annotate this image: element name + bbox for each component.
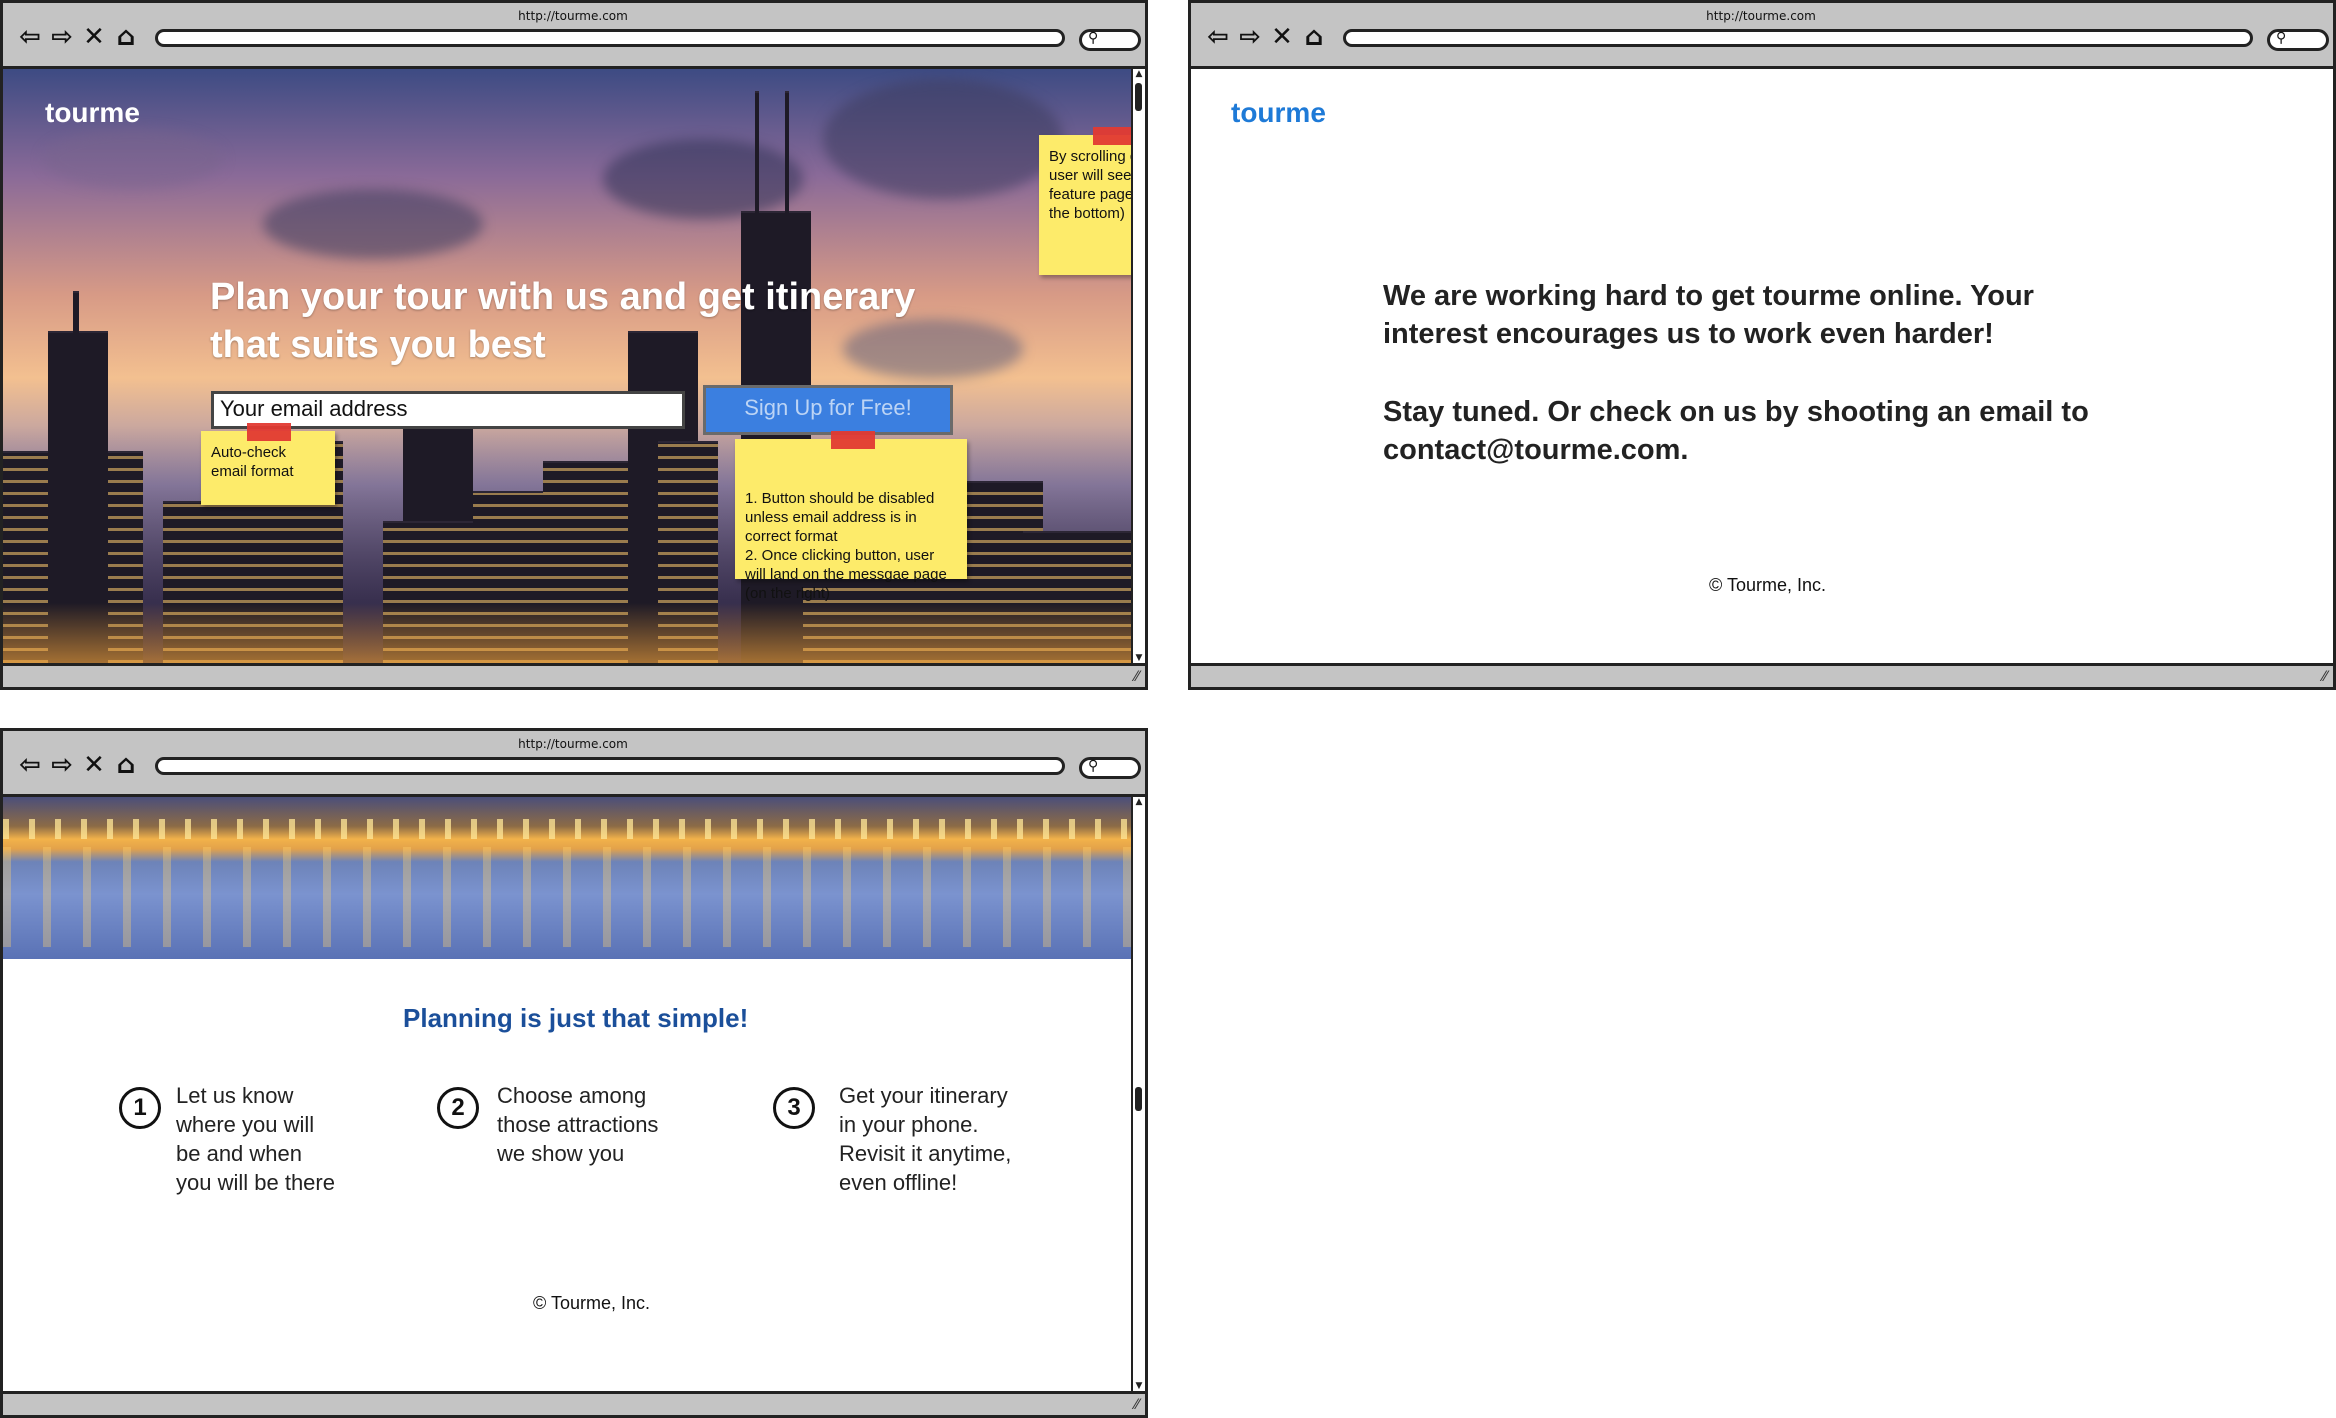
browser-window-landing: http://tourme.com ⇦ ⇨ ✕ ⌂ ⚲ tourme Plan … xyxy=(0,0,1148,690)
note-button-behavior: 1. Button should be disabled unless emai… xyxy=(735,431,967,602)
url-title: http://tourme.com xyxy=(1706,9,1816,23)
home-icon[interactable]: ⌂ xyxy=(109,21,143,53)
address-bar[interactable] xyxy=(155,29,1065,47)
copyright: © Tourme, Inc. xyxy=(533,1293,650,1313)
browser-toolbar: http://tourme.com ⇦ ⇨ ✕ ⌂ ⚲ xyxy=(3,731,1145,797)
message-line-3: Stay tuned. Or check on us by shooting a… xyxy=(1383,396,2089,428)
note-auto-check-email: Auto-check email format xyxy=(201,423,335,505)
status-bar: ⁄⁄ xyxy=(1191,663,2333,687)
step-number-1: 1 xyxy=(119,1087,161,1129)
search-icon: ⚲ xyxy=(1088,30,1099,46)
browser-search-box[interactable]: ⚲ xyxy=(1079,757,1141,779)
scroll-thumb[interactable] xyxy=(1135,1087,1142,1111)
forward-icon[interactable]: ⇨ xyxy=(45,749,79,781)
resize-grip-icon[interactable]: ⁄⁄ xyxy=(1134,669,1139,685)
back-icon[interactable]: ⇦ xyxy=(1201,21,1235,53)
browser-toolbar: http://tourme.com ⇦ ⇨ ✕ ⌂ ⚲ xyxy=(1191,3,2333,69)
hero-headline-line-1: Plan your tour with us and get itinerary xyxy=(210,276,916,318)
url-title: http://tourme.com xyxy=(518,737,628,751)
feature-content: Planning is just that simple! 1 Let us k… xyxy=(3,797,1145,1391)
signup-button[interactable]: Sign Up for Free! xyxy=(703,385,953,435)
hero-headline-line-2: that suits you best xyxy=(210,324,546,366)
status-bar: ⁄⁄ xyxy=(3,663,1145,687)
vertical-scrollbar[interactable]: ▲ ▼ xyxy=(1131,69,1145,663)
resize-grip-icon[interactable]: ⁄⁄ xyxy=(2322,669,2327,685)
back-icon[interactable]: ⇦ xyxy=(13,749,47,781)
status-bar: ⁄⁄ xyxy=(3,1391,1145,1415)
vertical-scrollbar[interactable]: ▲ ▼ xyxy=(1131,797,1145,1391)
search-icon: ⚲ xyxy=(2276,30,2287,46)
browser-window-features: http://tourme.com ⇦ ⇨ ✕ ⌂ ⚲ Planning is … xyxy=(0,728,1148,1418)
forward-icon[interactable]: ⇨ xyxy=(45,21,79,53)
step-number-3: 3 xyxy=(773,1087,815,1129)
site-logo[interactable]: tourme xyxy=(1231,97,1326,129)
step-text-1: Let us know where you will be and when y… xyxy=(176,1083,335,1195)
message-content: tourme We are working hard to get tourme… xyxy=(1191,69,2333,663)
browser-search-box[interactable]: ⚲ xyxy=(1079,29,1141,51)
lake-banner-image xyxy=(3,797,1131,959)
step-text-2: Choose among those attractions we show y… xyxy=(497,1083,659,1166)
search-icon: ⚲ xyxy=(1088,758,1099,774)
address-bar[interactable] xyxy=(155,757,1065,775)
message-line-2: interest encourages us to work even hard… xyxy=(1383,318,1994,350)
url-title: http://tourme.com xyxy=(518,9,628,23)
browser-toolbar: http://tourme.com ⇦ ⇨ ✕ ⌂ ⚲ xyxy=(3,3,1145,69)
step-text-3: Get your itinerary in your phone. Revisi… xyxy=(839,1083,1012,1195)
close-icon[interactable]: ✕ xyxy=(77,21,111,53)
browser-window-message: http://tourme.com ⇦ ⇨ ✕ ⌂ ⚲ tourme We ar… xyxy=(1188,0,2336,690)
back-icon[interactable]: ⇦ xyxy=(13,21,47,53)
step-number-2: 2 xyxy=(437,1087,479,1129)
message-line-1: We are working hard to get tourme online… xyxy=(1383,280,2034,312)
address-bar[interactable] xyxy=(1343,29,2253,47)
close-icon[interactable]: ✕ xyxy=(77,749,111,781)
copyright: © Tourme, Inc. xyxy=(1709,575,1826,595)
resize-grip-icon[interactable]: ⁄⁄ xyxy=(1134,1397,1139,1413)
close-icon[interactable]: ✕ xyxy=(1265,21,1299,53)
note-text: Auto-check email format xyxy=(211,444,294,480)
site-logo[interactable]: tourme xyxy=(45,97,140,129)
home-icon[interactable]: ⌂ xyxy=(109,749,143,781)
home-icon[interactable]: ⌂ xyxy=(1297,21,1331,53)
feature-title: Planning is just that simple! xyxy=(403,1003,749,1033)
browser-search-box[interactable]: ⚲ xyxy=(2267,29,2329,51)
scroll-thumb[interactable] xyxy=(1135,83,1142,111)
message-line-4: contact@tourme.com. xyxy=(1383,434,1689,466)
note-scrolling: By scrolling down, user will see the fea… xyxy=(1039,127,1145,275)
forward-icon[interactable]: ⇨ xyxy=(1233,21,1267,53)
landing-content: tourme Plan your tour with us and get it… xyxy=(3,69,1145,663)
